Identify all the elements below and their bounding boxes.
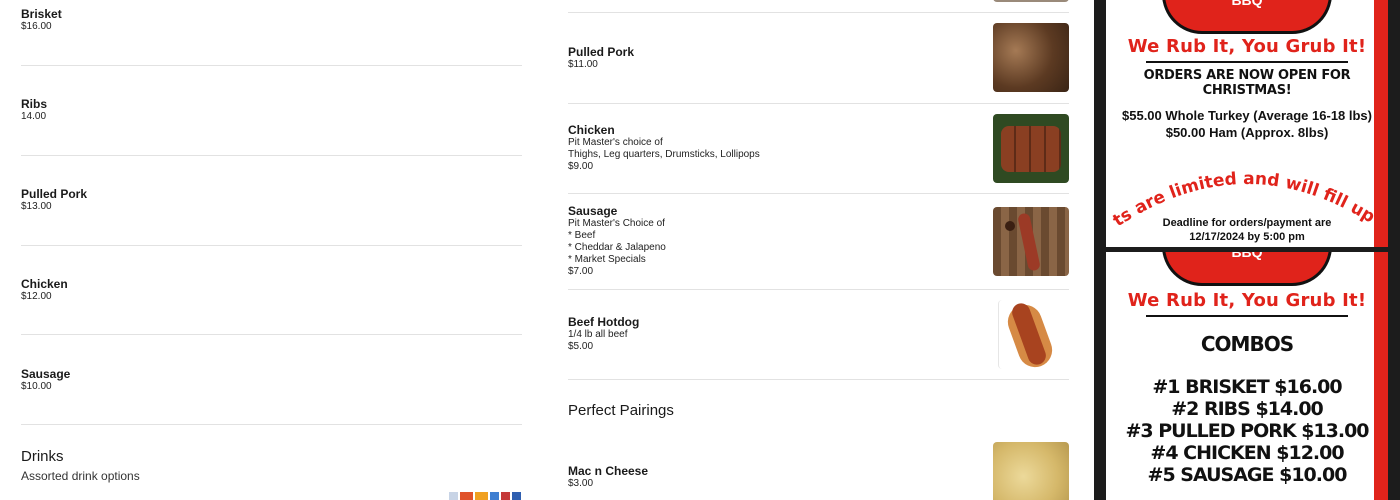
divider — [568, 12, 1069, 13]
turkey-offer: $55.00 Whole Turkey (Average 16-18 lbs) — [1122, 108, 1372, 123]
item-name: Chicken — [21, 277, 68, 291]
divider — [21, 245, 522, 246]
combo-line: #4 CHICKEN $12.00 — [1150, 442, 1344, 464]
combos-headline: COMBOS — [1200, 332, 1294, 356]
menu-item-chicken[interactable]: Chicken $12.00 — [21, 277, 68, 303]
item-description: Pit Master's choice of Thighs, Leg quart… — [568, 137, 760, 160]
slogan-underline — [1146, 315, 1348, 317]
sausage-photo — [993, 207, 1069, 276]
slogan-underline — [1146, 61, 1348, 63]
menu-item-brisket[interactable]: Brisket $16.00 — [21, 7, 62, 33]
chicken-photo — [993, 114, 1069, 183]
item-price: $5.00 — [568, 341, 594, 352]
bbq-logo: BBQ — [1162, 252, 1332, 286]
combo-line: #5 SAUSAGE $10.00 — [1147, 464, 1348, 486]
flyer-headline: ORDERS ARE NOW OPEN FOR CHRISTMAS! — [1143, 68, 1351, 98]
deadline-date: 12/17/2024 by 5:00 pm — [1189, 231, 1305, 243]
menu-item-drinks[interactable]: Drinks Assorted drink options — [21, 448, 522, 500]
combo-line: #3 PULLED PORK $13.00 — [1125, 420, 1369, 442]
item-price: $3.00 — [568, 478, 594, 489]
menu-item-chicken[interactable]: Chicken Pit Master's choice of Thighs, L… — [568, 114, 1069, 184]
divider — [568, 379, 1069, 380]
section-title: Perfect Pairings — [568, 402, 674, 419]
item-price: 14.00 — [21, 111, 47, 122]
combo-menu-list: Brisket $16.00 Ribs 14.00 Pulled Pork $1… — [21, 0, 522, 500]
menu-item-pulled-pork[interactable]: Pulled Pork $11.00 — [568, 23, 1069, 93]
divider — [568, 103, 1069, 104]
item-name: Chicken — [568, 123, 615, 137]
menu-item-sausage[interactable]: Sausage $10.00 — [21, 367, 70, 393]
item-name: Sausage — [568, 204, 618, 218]
combos-flyer[interactable]: BBQ We Rub It, You Grub It! COMBOS #1 BR… — [1106, 252, 1388, 500]
menu-item-pulled-pork[interactable]: Pulled Pork $13.00 — [21, 187, 87, 213]
pulled-pork-photo — [993, 23, 1069, 92]
divider — [21, 334, 522, 335]
hotdog-photo — [998, 300, 1069, 369]
drinks-photo — [449, 492, 522, 500]
menu-item-sausage[interactable]: Sausage Pit Master's Choice of * Beef * … — [568, 204, 1069, 284]
mac-n-cheese-photo — [993, 442, 1069, 500]
section-title: Drinks — [21, 448, 64, 465]
item-price: $10.00 — [21, 381, 52, 392]
promo-flyers: BBQ We Rub It, You Grub It! ORDERS ARE N… — [1094, 0, 1400, 500]
item-name: Ribs — [21, 97, 48, 111]
section-subtitle: Assorted drink options — [21, 469, 140, 483]
menu-item-beef-hotdog[interactable]: Beef Hotdog 1/4 lb all beef $5.00 — [568, 300, 1069, 370]
divider — [568, 193, 1069, 194]
bbq-logo: BBQ — [1162, 0, 1332, 34]
combo-line: #2 RIBS $14.00 — [1171, 398, 1324, 420]
item-price: $13.00 — [21, 201, 52, 212]
divider — [568, 289, 1069, 290]
item-description: Pit Master's Choice of * Beef * Cheddar … — [568, 218, 666, 265]
item-price: $12.00 — [21, 291, 52, 302]
previous-item-photo — [993, 0, 1069, 2]
christmas-flyer[interactable]: BBQ We Rub It, You Grub It! ORDERS ARE N… — [1106, 0, 1388, 247]
item-name: Pulled Pork — [568, 45, 635, 59]
divider — [21, 424, 522, 425]
item-price: $11.00 — [568, 59, 598, 70]
combo-line: #1 BRISKET $16.00 — [1152, 376, 1342, 398]
slogan: We Rub It, You Grub It! — [1127, 36, 1367, 57]
item-price: $9.00 — [568, 161, 594, 172]
item-name: Brisket — [21, 7, 62, 21]
item-price: $16.00 — [21, 21, 52, 32]
ham-offer: $50.00 Ham (Approx. 8lbs) — [1165, 125, 1329, 140]
divider — [21, 65, 522, 66]
item-name: Pulled Pork — [21, 187, 88, 201]
menu-item-mac-n-cheese[interactable]: Mac n Cheese $3.00 — [568, 442, 1069, 500]
deadline-text: Deadline for orders/payment are — [1162, 217, 1332, 229]
item-name: Sausage — [21, 367, 71, 381]
item-description: 1/4 lb all beef — [568, 329, 628, 340]
meats-menu-list: Pulled Pork $11.00 Chicken Pit Master's … — [568, 0, 1069, 500]
item-name: Beef Hotdog — [568, 315, 640, 329]
item-price: $7.00 — [568, 266, 594, 277]
divider — [21, 155, 522, 156]
menu-item-ribs[interactable]: Ribs 14.00 — [21, 97, 47, 123]
item-name: Mac n Cheese — [568, 464, 649, 478]
slogan: We Rub It, You Grub It! — [1127, 290, 1367, 311]
